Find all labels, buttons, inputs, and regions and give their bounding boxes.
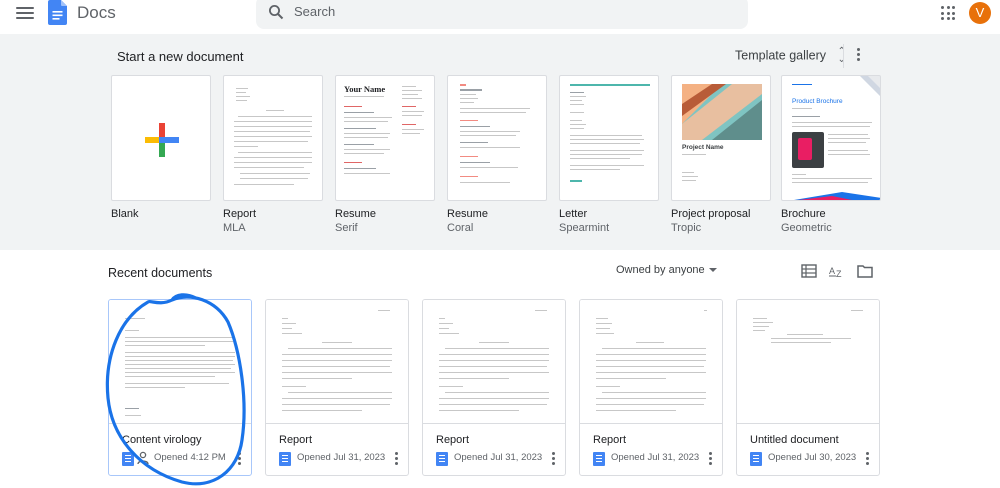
template-project-proposal[interactable]: Project Name Project proposal Tropic bbox=[671, 75, 771, 234]
template-thumbnail bbox=[223, 75, 323, 201]
template-gallery-label: Template gallery bbox=[735, 48, 827, 63]
template-thumbnail: Your Name bbox=[335, 75, 435, 201]
document-title: Untitled document bbox=[750, 434, 839, 446]
template-style: Geometric bbox=[781, 222, 832, 234]
doc-icon bbox=[122, 452, 134, 466]
document-card-report-2[interactable]: Report Opened Jul 31, 2023 bbox=[422, 299, 566, 476]
document-card-untitled[interactable]: Untitled document Opened Jul 30, 2023 bbox=[736, 299, 880, 476]
main-menu-button[interactable] bbox=[14, 4, 36, 22]
apps-grid-icon[interactable] bbox=[941, 6, 955, 20]
document-preview bbox=[423, 300, 565, 424]
folder-icon[interactable] bbox=[857, 264, 873, 278]
svg-text:A: A bbox=[829, 266, 835, 276]
template-style: Spearmint bbox=[559, 222, 610, 234]
template-name: Brochure bbox=[781, 208, 826, 220]
template-name: Resume bbox=[447, 208, 488, 220]
template-thumbnail: Product Brochure bbox=[781, 75, 881, 201]
search-bar[interactable] bbox=[256, 0, 748, 29]
document-preview bbox=[580, 300, 722, 424]
document-opened-time: Opened Jul 31, 2023 bbox=[611, 452, 700, 463]
document-title: Report bbox=[436, 434, 470, 446]
template-heading: Your Name bbox=[344, 84, 386, 94]
search-icon[interactable] bbox=[268, 4, 284, 20]
list-view-icon[interactable] bbox=[801, 264, 817, 278]
sort-az-icon[interactable]: A Z bbox=[828, 264, 846, 278]
template-style: MLA bbox=[223, 222, 246, 234]
template-style: Serif bbox=[335, 222, 358, 234]
document-more-options-button[interactable] bbox=[393, 452, 399, 466]
template-style: Tropic bbox=[671, 222, 702, 234]
document-preview bbox=[737, 300, 879, 424]
template-resume-serif[interactable]: Your Name Resume Serif bbox=[335, 75, 435, 234]
unfold-icon: ⌃ ⌄ bbox=[837, 46, 846, 65]
document-opened-time: Opened Jul 31, 2023 bbox=[297, 452, 386, 463]
top-bar: Docs V bbox=[0, 0, 1000, 34]
start-new-title: Start a new document bbox=[117, 49, 244, 64]
template-thumbnail bbox=[447, 75, 547, 201]
document-card-report-3[interactable]: Report Opened Jul 31, 2023 bbox=[579, 299, 723, 476]
document-more-options-button[interactable] bbox=[236, 452, 242, 466]
document-opened-time: Opened Jul 31, 2023 bbox=[454, 452, 543, 463]
search-input[interactable] bbox=[294, 4, 724, 19]
template-gallery-button[interactable]: Template gallery ⌃ ⌄ bbox=[735, 46, 846, 65]
doc-icon bbox=[436, 452, 448, 466]
footer-graphic bbox=[794, 192, 880, 200]
owner-filter-dropdown[interactable]: Owned by anyone bbox=[616, 264, 717, 276]
document-title: Report bbox=[593, 434, 627, 446]
template-thumbnail bbox=[559, 75, 659, 201]
tropic-graphic bbox=[682, 84, 762, 140]
template-name: Report bbox=[223, 208, 257, 220]
document-preview bbox=[266, 300, 408, 424]
docs-logo-icon[interactable] bbox=[48, 0, 67, 25]
template-section: Start a new document Template gallery ⌃ ⌄… bbox=[0, 34, 1000, 250]
document-card-content-virology[interactable]: Content virology Opened 4:12 PM bbox=[108, 299, 252, 476]
owner-filter-label: Owned by anyone bbox=[616, 264, 705, 276]
corner-graphic bbox=[860, 76, 880, 96]
template-report-mla[interactable]: Report MLA bbox=[223, 75, 323, 234]
template-name: Blank bbox=[111, 208, 139, 220]
plus-icon bbox=[145, 123, 179, 157]
doc-icon bbox=[750, 452, 762, 466]
document-opened-time: Opened 4:12 PM bbox=[154, 452, 226, 463]
template-resume-coral[interactable]: Resume Coral bbox=[447, 75, 547, 234]
document-opened-time: Opened Jul 30, 2023 bbox=[768, 452, 857, 463]
document-preview bbox=[109, 300, 251, 424]
document-title: Content virology bbox=[122, 434, 202, 446]
template-thumbnail bbox=[111, 75, 211, 201]
template-heading: Product Brochure bbox=[792, 98, 843, 105]
document-more-options-button[interactable] bbox=[707, 452, 713, 466]
svg-text:Z: Z bbox=[836, 269, 842, 278]
template-blank[interactable]: Blank bbox=[111, 75, 211, 220]
document-card-report-1[interactable]: Report Opened Jul 31, 2023 bbox=[265, 299, 409, 476]
template-brochure[interactable]: Product Brochure Brochure Geometric bbox=[781, 75, 881, 234]
people-icon bbox=[137, 451, 149, 465]
document-more-options-button[interactable] bbox=[550, 452, 556, 466]
divider bbox=[843, 44, 844, 68]
template-thumbnail: Project Name bbox=[671, 75, 771, 201]
doc-icon bbox=[279, 452, 291, 466]
template-name: Letter bbox=[559, 208, 588, 220]
template-name: Project proposal bbox=[671, 208, 751, 220]
caret-down-icon bbox=[708, 268, 717, 273]
app-title[interactable]: Docs bbox=[77, 3, 116, 23]
template-style: Coral bbox=[447, 222, 474, 234]
document-more-options-button[interactable] bbox=[864, 452, 870, 466]
template-heading: Project Name bbox=[682, 144, 724, 151]
template-more-options-button[interactable] bbox=[855, 48, 861, 64]
template-letter-spearmint[interactable]: Letter Spearmint bbox=[559, 75, 659, 234]
doc-icon bbox=[593, 452, 605, 466]
recent-documents-title: Recent documents bbox=[108, 266, 213, 280]
template-name: Resume bbox=[335, 208, 376, 220]
document-title: Report bbox=[279, 434, 313, 446]
account-avatar[interactable]: V bbox=[969, 2, 991, 24]
